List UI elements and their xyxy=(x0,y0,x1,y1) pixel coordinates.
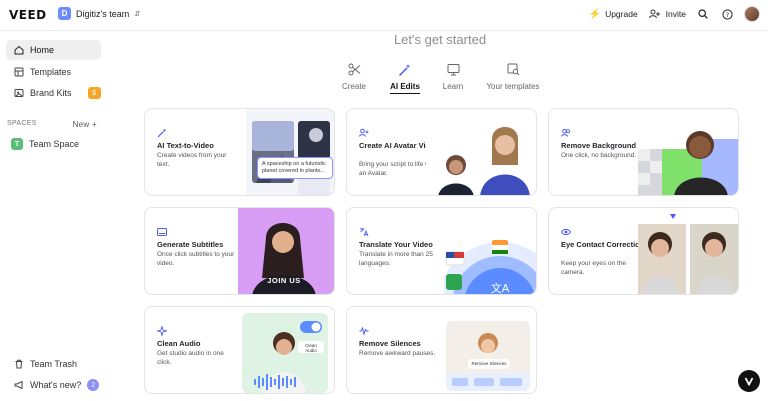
team-space-label: Team Space xyxy=(29,139,80,149)
whats-new-count: 2 xyxy=(87,379,100,391)
team-space-badge: T xyxy=(11,138,23,150)
card-title: Remove Silences xyxy=(359,339,421,348)
invite-button[interactable]: Invite xyxy=(648,7,686,21)
tab-your-templates[interactable]: Your templates xyxy=(485,63,541,91)
bolt-icon: ⚡ xyxy=(588,8,602,20)
clean-audio-toggle-label: Clean Audio xyxy=(305,343,317,353)
card-title: Clean Audio xyxy=(157,339,201,348)
eye-contact-preview xyxy=(638,208,738,294)
trash-icon xyxy=(14,359,24,369)
card-generate-subtitles[interactable]: Generate Subtitles Once click subtitles … xyxy=(144,207,335,295)
translate-preview: 文A xyxy=(444,208,536,295)
veed-help-button[interactable] xyxy=(738,370,760,392)
app-root: VEED D Digitiz's team ⇵ ⚡ Upgrade Invite… xyxy=(0,0,768,401)
tab-label: Learn xyxy=(442,82,464,91)
magic-wand-icon xyxy=(387,63,423,77)
templates-icon xyxy=(14,67,24,77)
scissors-icon xyxy=(336,63,372,77)
card-title: Remove Background xyxy=(561,141,637,150)
card-translate-video[interactable]: Translate Your Video Translate in more t… xyxy=(346,207,537,295)
card-description: Get studio audio in one click. xyxy=(157,350,224,366)
sparkle-icon xyxy=(155,323,169,338)
card-title: Eye Contact Correction xyxy=(561,240,645,249)
remove-background-preview xyxy=(638,109,738,195)
top-bar: VEED D Digitiz's team ⇵ ⚡ Upgrade Invite… xyxy=(0,0,768,31)
tab-label: Your templates xyxy=(486,82,540,91)
card-title: AI Text-to-Video xyxy=(157,141,214,150)
invite-label: Invite xyxy=(665,9,686,19)
subtitles-icon xyxy=(157,224,167,236)
sidebar-item-label: Team Trash xyxy=(30,359,78,369)
card-ai-avatar-video[interactable]: Create AI Avatar Video Bring your script… xyxy=(346,108,537,196)
subtitles-preview: JOIN US xyxy=(238,208,334,294)
card-title: Generate Subtitles xyxy=(157,240,224,249)
card-description: Keep your eyes on the camera. xyxy=(561,260,627,276)
sidebar-item-team-trash[interactable]: Team Trash xyxy=(6,354,101,374)
spaces-label: SPACES xyxy=(7,120,37,127)
spaces-header: SPACES New + xyxy=(7,120,97,129)
sidebar-item-team-space[interactable]: T Team Space xyxy=(11,138,79,150)
megaphone-icon xyxy=(14,380,24,390)
user-avatar[interactable] xyxy=(744,6,760,22)
sidebar-item-whats-new[interactable]: What's new? 2 xyxy=(6,375,101,395)
svg-text:?: ? xyxy=(725,11,728,19)
magic-wand-icon xyxy=(157,125,167,138)
sidebar-item-brand-kits[interactable]: Brand Kits $ xyxy=(6,83,101,103)
card-remove-silences[interactable]: Remove Silences Remove awkward pauses. R… xyxy=(346,306,537,394)
translate-icon xyxy=(359,224,369,237)
new-space-button[interactable]: New + xyxy=(73,120,97,129)
text-to-video-preview xyxy=(246,109,334,195)
veed-logo[interactable]: VEED xyxy=(9,8,47,22)
clean-audio-preview: Clean Audio xyxy=(242,313,328,393)
card-eye-contact[interactable]: Eye Contact Correction Keep your eyes on… xyxy=(548,207,739,295)
card-clean-audio[interactable]: Clean Audio Get studio audio in one clic… xyxy=(144,306,335,394)
user-outline-icon xyxy=(561,125,571,137)
sidebar-item-label: Brand Kits xyxy=(30,88,72,98)
upgrade-label: Upgrade xyxy=(605,9,638,19)
sidebar-item-home[interactable]: Home xyxy=(6,40,101,60)
team-badge: D xyxy=(58,7,71,20)
sidebar-item-label: Templates xyxy=(30,67,72,77)
add-user-icon xyxy=(359,125,369,137)
tab-ai-edits[interactable]: AI Edits xyxy=(387,63,423,94)
card-description: Translate in more than 25 languages. xyxy=(359,251,433,267)
card-description: Remove awkward pauses. xyxy=(359,350,436,357)
home-icon xyxy=(14,45,24,55)
upgrade-badge: $ xyxy=(87,87,101,99)
page-title: Let's get started xyxy=(393,32,487,47)
card-description: One click, no background. xyxy=(561,152,637,159)
card-description: Once click subtitles to your video. xyxy=(157,251,235,267)
template-search-icon xyxy=(485,63,541,77)
prompt-bubble: A spaceship on a futuristic planet cover… xyxy=(257,157,333,179)
remove-silences-pill: Remove Silences xyxy=(468,359,510,368)
search-icon[interactable] xyxy=(696,7,710,21)
team-name: Digitiz's team xyxy=(76,8,130,19)
top-bar-actions: ⚡ Upgrade Invite ? xyxy=(589,6,760,22)
remove-silences-preview: Remove Silences xyxy=(446,321,530,391)
brand-kit-icon xyxy=(14,88,24,98)
waveform-icon xyxy=(359,323,369,336)
upgrade-button[interactable]: ⚡ Upgrade xyxy=(589,9,638,20)
sidebar-item-label: Home xyxy=(30,45,55,55)
sidebar: Home Templates Brand Kits $ SPACES New +… xyxy=(0,31,108,401)
tab-create[interactable]: Create xyxy=(336,63,372,91)
team-switcher[interactable]: D Digitiz's team ⇵ xyxy=(58,7,140,20)
subtitle-caption: JOIN US xyxy=(267,276,301,285)
tab-learn[interactable]: Learn xyxy=(437,63,469,91)
chevron-updown-icon: ⇵ xyxy=(134,10,141,18)
tab-label: Create xyxy=(341,82,366,91)
screen-icon xyxy=(437,63,469,77)
sidebar-item-templates[interactable]: Templates xyxy=(6,62,101,82)
tab-label: AI Edits xyxy=(390,82,420,94)
help-icon[interactable]: ? xyxy=(720,7,734,21)
card-description: Create videos from your text. xyxy=(157,152,227,168)
card-remove-background[interactable]: Remove Background One click, no backgrou… xyxy=(548,108,739,196)
sidebar-item-label: What's new? xyxy=(30,380,82,390)
svg-text:文A: 文A xyxy=(491,281,510,295)
card-ai-text-to-video[interactable]: AI Text-to-Video Create videos from your… xyxy=(144,108,335,196)
add-user-icon xyxy=(648,7,662,21)
avatar-preview xyxy=(426,109,536,195)
card-title: Translate Your Video xyxy=(359,240,433,249)
eye-icon xyxy=(560,224,572,236)
